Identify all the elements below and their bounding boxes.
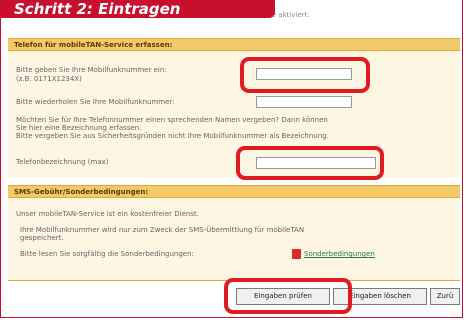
sms-free-text: Unser mobileTAN-Service ist ein kostenfr… <box>16 210 199 218</box>
label-repeat-number: Bitte wiederholen Sie Ihre Mobilfunknumm… <box>16 98 175 106</box>
special-conditions-link[interactable]: Sonderbedingungen <box>304 250 375 258</box>
label-mobile-example: (z.B. 0171X1234X) <box>16 75 82 83</box>
label-mobile-number: Bitte geben Sie Ihre Mobilfunknummer ein… <box>16 66 167 74</box>
highlight-phone-name <box>236 146 384 180</box>
sms-storage-line-2: gespeichert. <box>20 234 64 242</box>
section-header-phone: Telefon für mobileTAN-Service erfassen: <box>8 38 460 51</box>
step-title: Schritt 2: Eintragen <box>0 0 275 18</box>
sms-conditions-text: Bitte lesen Sie sorgfältig die Sonderbed… <box>20 250 194 258</box>
repeat-number-input[interactable] <box>256 96 352 108</box>
back-button[interactable]: Zurü <box>430 288 460 305</box>
section-header-sms: SMS-Gebühr/Sonderbedingungen: <box>8 185 460 198</box>
label-phone-name: Telefonbezeichnung (max) <box>16 158 109 166</box>
highlight-check-button <box>224 278 352 314</box>
highlight-mobile-number <box>240 57 370 93</box>
hint-line-3: Bitte vergeben Sie aus Sicherheitsgründe… <box>16 132 329 140</box>
pdf-icon <box>292 249 301 259</box>
